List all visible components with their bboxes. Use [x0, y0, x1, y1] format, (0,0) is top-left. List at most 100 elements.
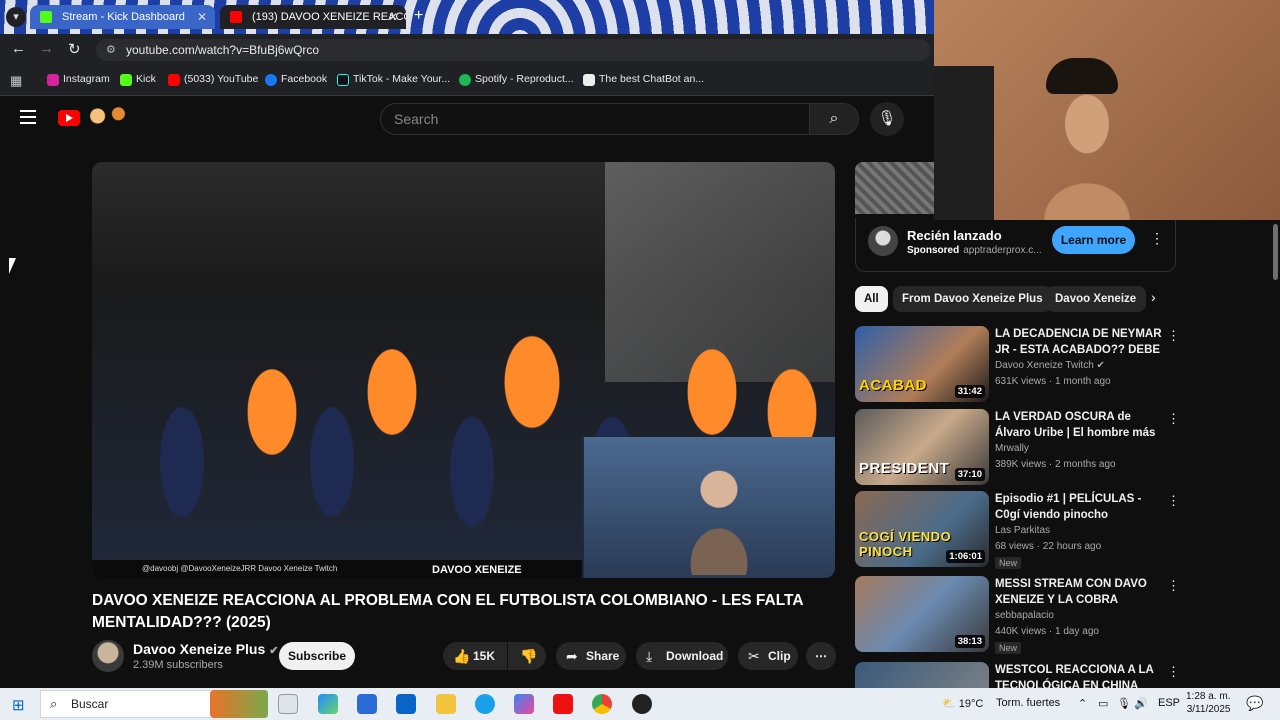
- address-bar[interactable]: ⚙ youtube.com/watch?v=BfuBj6wQrco: [96, 39, 930, 61]
- chevron-right-icon[interactable]: ›: [1151, 289, 1156, 305]
- microphone-icon[interactable]: 🎙: [870, 102, 904, 136]
- notifications-icon[interactable]: 💬: [1246, 695, 1263, 712]
- youtube-logo[interactable]: [58, 110, 80, 126]
- dislike-button[interactable]: 👎: [508, 642, 546, 670]
- url-text: youtube.com/watch?v=BfuBj6wQrco: [126, 43, 320, 57]
- clip-button[interactable]: ✂ Clip: [738, 642, 798, 670]
- system-clock[interactable]: 1:28 a. m. 3/11/2025: [1186, 690, 1230, 716]
- youtube-icon: [230, 11, 242, 23]
- channel-name[interactable]: Las Parkitas: [995, 525, 1050, 536]
- video-menu-icon[interactable]: ⋮: [1167, 493, 1180, 509]
- bookmark-instagram[interactable]: Instagram: [47, 73, 110, 86]
- search-highlight-image: [210, 690, 268, 718]
- tab-youtube-video[interactable]: (193) DAVOO XENEIZE REACCIONA ✕: [220, 5, 406, 29]
- channel-name[interactable]: sebbapalacio: [995, 610, 1054, 621]
- bookmark-label: Instagram: [63, 73, 110, 85]
- sidebar-scrollbar[interactable]: [1271, 220, 1280, 686]
- search-input[interactable]: Search: [380, 103, 810, 135]
- recommended-video[interactable]: COGÍ VIENDO PINOCH 1:06:01 Episodio #1 |…: [855, 491, 1185, 569]
- video-title[interactable]: LA VERDAD OSCURA de Álvaro Uribe | El ho…: [995, 409, 1165, 441]
- learn-more-button[interactable]: Learn more: [1052, 226, 1135, 254]
- close-tab-icon[interactable]: ✕: [388, 5, 398, 29]
- weather-widget[interactable]: ⛅ 19°C: [942, 697, 983, 710]
- channel-name[interactable]: Davoo Xeneize Plus ✔: [133, 641, 279, 657]
- store-icon[interactable]: [357, 694, 377, 714]
- youtube-doodle[interactable]: [82, 105, 134, 127]
- bookmark-kick[interactable]: Kick: [120, 73, 156, 86]
- copilot-icon[interactable]: [514, 694, 534, 714]
- menu-icon[interactable]: [20, 110, 36, 124]
- chrome-icon[interactable]: [592, 694, 612, 714]
- chip-all[interactable]: All: [855, 286, 888, 312]
- widgets-icon[interactable]: [318, 694, 338, 714]
- video-thumbnail[interactable]: 38:13: [855, 576, 989, 652]
- bookmark-chatbot[interactable]: The best ChatBot an...: [583, 73, 704, 86]
- like-button[interactable]: 👍 15K: [443, 642, 507, 670]
- ad-menu-icon[interactable]: ⋮: [1150, 230, 1164, 247]
- channel-name[interactable]: Davoo Xeneize Twitch ✔: [995, 360, 1105, 371]
- edge-icon[interactable]: [475, 694, 495, 714]
- mic-icon[interactable]: 🎙: [1117, 697, 1131, 710]
- ad-card[interactable]: Recién lanzado Sponsored apptraderprox.c.…: [855, 218, 1176, 272]
- kick-icon: [120, 74, 132, 86]
- channel-name[interactable]: Mrwally: [995, 443, 1029, 454]
- recommended-video[interactable]: 38:13 MESSI STREAM CON DAVO XENEIZE Y LA…: [855, 576, 1185, 654]
- close-tab-icon[interactable]: ✕: [197, 5, 207, 29]
- webcam-overlay: [934, 0, 1280, 220]
- youtube-app-icon[interactable]: [553, 694, 573, 714]
- windows-start-icon[interactable]: ⊞: [12, 696, 25, 714]
- video-title[interactable]: LA DECADENCIA DE NEYMAR JR - ESTA ACABAD…: [995, 326, 1165, 358]
- share-button[interactable]: ➦ Share: [556, 642, 626, 670]
- reload-icon[interactable]: ↻: [68, 40, 81, 58]
- channel-avatar[interactable]: [92, 640, 124, 672]
- weather-description: Torm. fuertes: [996, 697, 1061, 709]
- bookmark-facebook[interactable]: Facebook: [265, 73, 327, 86]
- video-title[interactable]: MESSI STREAM CON DAVO XENEIZE Y LA COBRA: [995, 576, 1165, 608]
- chevron-up-icon[interactable]: ⌃: [1078, 697, 1087, 710]
- video-thumbnail[interactable]: PRESIDENT 37:10: [855, 409, 989, 485]
- ad-sponsor-line: Sponsored apptraderprox.c...: [907, 245, 1042, 256]
- video-thumbnail[interactable]: [855, 662, 989, 688]
- video-menu-icon[interactable]: ⋮: [1167, 578, 1180, 594]
- video-duration: 31:42: [954, 385, 985, 398]
- video-menu-icon[interactable]: ⋮: [1167, 664, 1180, 680]
- new-tab-button[interactable]: +: [414, 7, 423, 25]
- site-info-icon[interactable]: ⚙: [106, 39, 116, 61]
- video-title[interactable]: WESTCOL REACCIONA A LA TECNOLÓGICA EN CH…: [995, 662, 1165, 688]
- language-indicator[interactable]: ESP: [1158, 697, 1180, 709]
- video-player[interactable]: @davoobj @DavooXeneizeJRR Davoo Xeneize …: [92, 162, 835, 578]
- chip-channel[interactable]: Davoo Xeneize: [1046, 286, 1146, 312]
- apps-grid-icon[interactable]: ▦: [10, 73, 22, 89]
- tab-kick-dashboard[interactable]: Stream - Kick Dashboard ✕: [30, 5, 215, 29]
- more-actions-button[interactable]: ⋯: [806, 642, 836, 670]
- volume-icon[interactable]: 🔊: [1134, 697, 1148, 710]
- video-menu-icon[interactable]: ⋮: [1167, 328, 1180, 344]
- search-icon[interactable]: ⌕: [809, 103, 859, 135]
- task-view-icon[interactable]: [278, 694, 298, 714]
- download-button[interactable]: ⤓ Download: [636, 642, 728, 670]
- camera-icon[interactable]: ▭: [1098, 697, 1108, 710]
- outlook-icon[interactable]: [396, 694, 416, 714]
- video-thumbnail[interactable]: ACABAD 31:42: [855, 326, 989, 402]
- video-duration: 38:13: [954, 635, 985, 648]
- recommended-video[interactable]: ACABAD 31:42 LA DECADENCIA DE NEYMAR JR …: [855, 326, 1185, 404]
- recommended-video[interactable]: WESTCOL REACCIONA A LA TECNOLÓGICA EN CH…: [855, 662, 1185, 688]
- chip-from-channel[interactable]: From Davoo Xeneize Plus: [893, 286, 1052, 312]
- video-menu-icon[interactable]: ⋮: [1167, 411, 1180, 427]
- bookmark-tiktok[interactable]: TikTok - Make Your...: [337, 73, 450, 86]
- bookmark-spotify[interactable]: Spotify - Reproduct...: [459, 73, 574, 86]
- video-title[interactable]: Episodio #1 | PELÍCULAS - C0gí viendo pi…: [995, 491, 1165, 523]
- forward-icon[interactable]: →: [39, 40, 54, 57]
- verified-icon: ✔: [269, 645, 279, 657]
- tab-search-icon[interactable]: ▾: [6, 7, 26, 27]
- subscribe-button[interactable]: Subscribe: [279, 642, 355, 670]
- video-thumbnail[interactable]: COGÍ VIENDO PINOCH 1:06:01: [855, 491, 989, 567]
- bookmark-youtube[interactable]: (5033) YouTube: [168, 73, 258, 86]
- scrollbar-thumb[interactable]: [1273, 224, 1278, 280]
- download-icon: ⤓: [646, 648, 653, 664]
- ad-thumbnail[interactable]: [855, 162, 934, 214]
- back-icon[interactable]: ←: [11, 40, 26, 57]
- obs-icon[interactable]: [632, 694, 652, 714]
- file-explorer-icon[interactable]: [436, 694, 456, 714]
- recommended-video[interactable]: PRESIDENT 37:10 LA VERDAD OSCURA de Álva…: [855, 409, 1185, 487]
